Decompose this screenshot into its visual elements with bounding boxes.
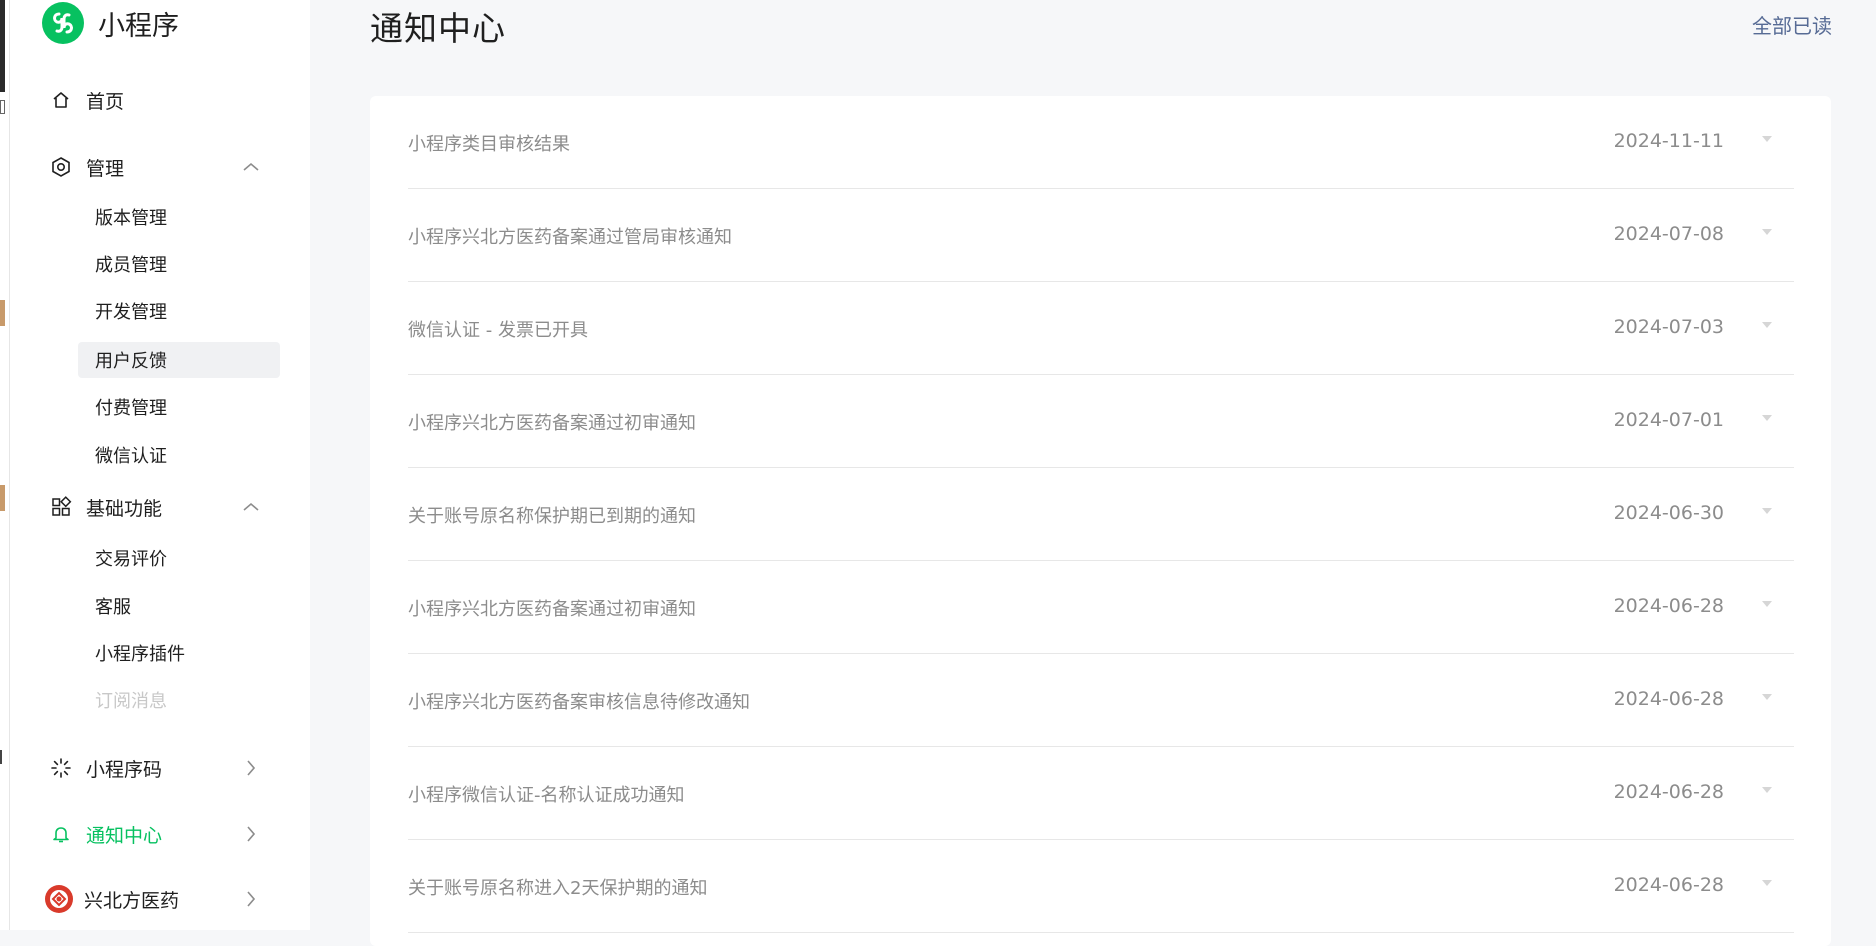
chevron-up-icon[interactable] <box>241 497 261 517</box>
nav-account[interactable]: 兴北方医药 <box>45 881 275 917</box>
sidebar-item-plugins[interactable]: 小程序插件 <box>78 635 280 671</box>
notification-date: 2024-06-28 <box>1613 874 1724 896</box>
notification-row[interactable]: 小程序兴北方医药备案通过初审通知 2024-06-28 <box>408 561 1794 654</box>
caret-down-icon[interactable] <box>1760 692 1774 702</box>
nav-qrcode[interactable]: 小程序码 <box>50 750 275 786</box>
nav-basic[interactable]: 基础功能 <box>50 489 275 525</box>
notification-title: 小程序微信认证-名称认证成功通知 <box>408 785 685 806</box>
chevron-up-icon[interactable] <box>241 157 261 177</box>
app-name: 小程序 <box>98 10 179 42</box>
chevron-right-icon[interactable] <box>241 758 261 778</box>
notification-row[interactable]: 小程序兴北方医药备案通过初审通知 2024-07-01 <box>408 375 1794 468</box>
notification-date: 2024-07-01 <box>1613 409 1724 431</box>
sun-burst-icon <box>50 757 72 779</box>
chevron-right-icon[interactable] <box>241 889 261 909</box>
notification-date: 2024-07-08 <box>1613 223 1724 245</box>
notification-title: 小程序兴北方医药备案通过初审通知 <box>408 413 696 434</box>
sidebar-item-customer-service[interactable]: 客服 <box>78 588 280 624</box>
sidebar-item-members[interactable]: 成员管理 <box>78 246 280 282</box>
edge-thumbnail-2 <box>0 485 5 511</box>
sidebar-item-billing[interactable]: 付费管理 <box>78 389 280 425</box>
sidebar-item-version[interactable]: 版本管理 <box>78 199 280 235</box>
edge-thumbnail-1 <box>0 300 5 326</box>
account-avatar-icon <box>44 884 74 914</box>
grid-icon <box>50 496 72 518</box>
nav-home[interactable]: 首页 <box>50 82 275 118</box>
nav-notify-label: 通知中心 <box>86 824 163 847</box>
bell-icon <box>50 823 72 845</box>
settings-hexagon-icon <box>50 156 72 178</box>
notification-list: 小程序类目审核结果 2024-11-11 小程序兴北方医药备案通过管局审核通知 … <box>370 96 1831 946</box>
nav-qrcode-label: 小程序码 <box>86 758 163 781</box>
nav-account-label: 兴北方医药 <box>84 889 180 912</box>
app-logo[interactable]: 小程序 <box>42 2 179 44</box>
notification-row[interactable]: 小程序兴北方医药备案审核信息待修改通知 2024-06-28 <box>408 654 1794 747</box>
notification-title: 小程序兴北方医药备案通过管局审核通知 <box>408 227 732 248</box>
caret-down-icon[interactable] <box>1760 413 1774 423</box>
nav-manage-label: 管理 <box>86 157 125 180</box>
nav-manage[interactable]: 管理 <box>50 149 275 185</box>
notification-row[interactable]: 小程序微信认证-名称认证成功通知 2024-06-28 <box>408 747 1794 840</box>
sidebar-item-review[interactable]: 交易评价 <box>78 540 280 576</box>
nav-basic-label: 基础功能 <box>86 497 163 520</box>
notification-title: 关于账号原名称保护期已到期的通知 <box>408 506 696 527</box>
notification-date: 2024-06-30 <box>1613 502 1724 524</box>
caret-down-icon[interactable] <box>1760 320 1774 330</box>
edge-line-mark <box>0 750 2 764</box>
notification-row[interactable]: 小程序兴北方医药备案通过管局审核通知 2024-07-08 <box>408 189 1794 282</box>
sidebar-item-feedback[interactable]: 用户反馈 <box>78 342 280 378</box>
notification-date: 2024-06-28 <box>1613 688 1724 710</box>
caret-down-icon[interactable] <box>1760 785 1774 795</box>
caret-down-icon[interactable] <box>1760 227 1774 237</box>
miniprogram-logo-icon <box>42 2 84 44</box>
sidebar-item-wechat-verify[interactable]: 微信认证 <box>78 437 280 473</box>
sidebar-item-dev[interactable]: 开发管理 <box>78 293 280 329</box>
caret-down-icon[interactable] <box>1760 599 1774 609</box>
notification-title: 微信认证 - 发票已开具 <box>408 320 588 341</box>
notification-row[interactable]: 关于账号原名称进入2天保护期的通知 2024-06-28 <box>408 840 1794 933</box>
nav-home-label: 首页 <box>86 90 125 113</box>
home-icon <box>50 89 72 111</box>
edge-dark-block <box>0 0 5 92</box>
notification-date: 2024-07-03 <box>1613 316 1724 338</box>
edge-checkbox-mark <box>0 100 5 114</box>
sidebar-item-subscribe[interactable]: 订阅消息 <box>78 682 280 718</box>
window-edge-strip <box>0 0 10 930</box>
page-title: 通知中心 <box>370 9 506 48</box>
sidebar: 小程序 首页 管理 版本管理 成员管理 开发管理 用户反馈 付费管理 微信认证 … <box>10 0 310 930</box>
notification-date: 2024-06-28 <box>1613 595 1724 617</box>
notification-row[interactable]: 小程序类目审核结果 2024-11-11 <box>408 96 1794 189</box>
nav-notify[interactable]: 通知中心 <box>50 816 275 852</box>
mark-all-read-link[interactable]: 全部已读 <box>1752 10 1832 39</box>
notification-date: 2024-11-11 <box>1613 130 1724 152</box>
notification-date: 2024-06-28 <box>1613 781 1724 803</box>
notification-title: 小程序兴北方医药备案审核信息待修改通知 <box>408 692 750 713</box>
caret-down-icon[interactable] <box>1760 134 1774 144</box>
caret-down-icon[interactable] <box>1760 506 1774 516</box>
notification-row[interactable]: 微信认证 - 发票已开具 2024-07-03 <box>408 282 1794 375</box>
notification-title: 小程序兴北方医药备案通过初审通知 <box>408 599 696 620</box>
notification-title: 小程序类目审核结果 <box>408 134 570 155</box>
notification-row[interactable]: 关于账号原名称保护期已到期的通知 2024-06-30 <box>408 468 1794 561</box>
notification-title: 关于账号原名称进入2天保护期的通知 <box>408 878 708 899</box>
caret-down-icon[interactable] <box>1760 878 1774 888</box>
chevron-right-icon[interactable] <box>241 824 261 844</box>
